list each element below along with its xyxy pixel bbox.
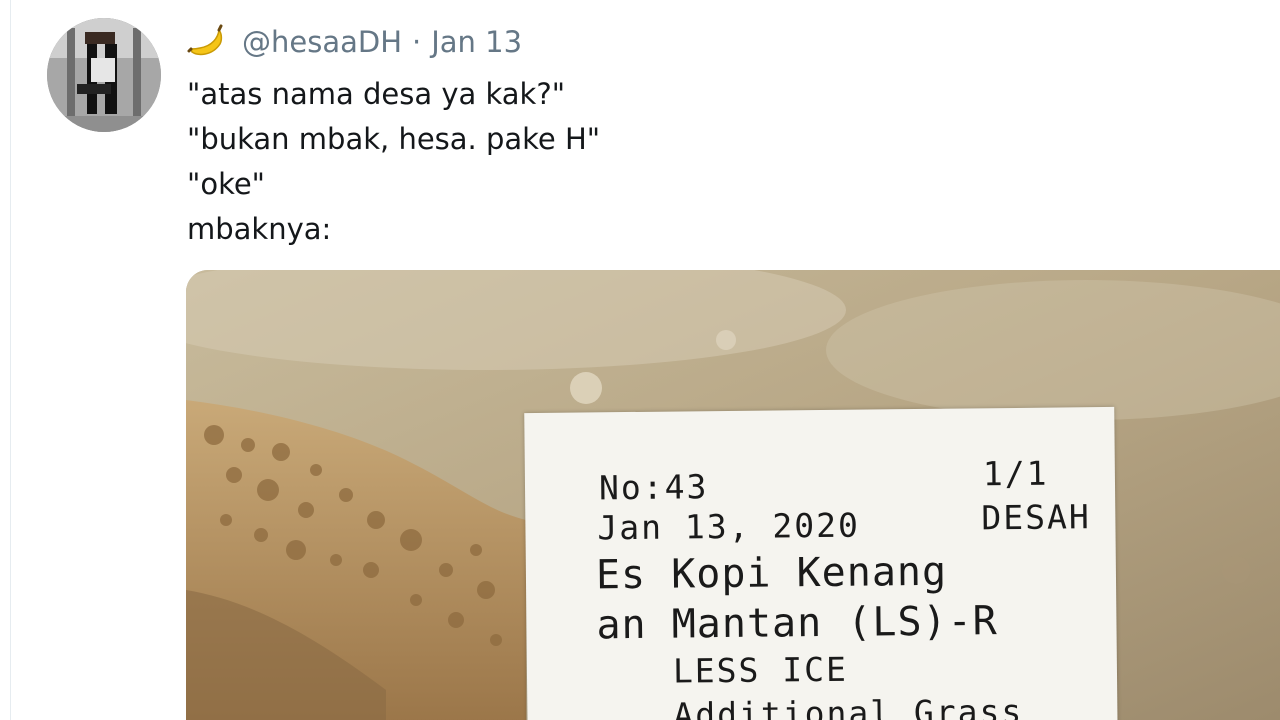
receipt-order-number: No:43 [598,467,709,508]
user-handle[interactable]: @hesaaDH [242,25,402,59]
receipt-label: No:43 1/1 Jan 13, 2020 DESAH Es Kopi Ken… [524,406,1118,720]
tweet-line: "bukan mbak, hesa. pake H" [187,122,601,156]
avatar-image [47,18,161,132]
header-separator: · [412,25,422,59]
tweet-line: "oke" [187,167,266,201]
receipt-item-line2: an Mantan (LS)-R [596,598,998,649]
receipt-page-count: 1/1 [982,453,1049,494]
tweet-line: "atas nama desa ya kak?" [187,77,566,111]
receipt-modifier-ice: LESS ICE [672,649,849,691]
tweet-header: @hesaaDH · Jan 13 [186,20,522,64]
receipt-date: Jan 13, 2020 [597,505,861,548]
receipt-modifier-additional: Additional Grass [673,691,1024,720]
tweet-text: "atas nama desa ya kak?" "bukan mbak, he… [187,72,600,252]
tweet-date[interactable]: Jan 13 [431,25,522,59]
tweet-line: mbaknya: [187,212,332,246]
receipt-customer-name: DESAH [981,497,1091,538]
tweet-photo[interactable]: No:43 1/1 Jan 13, 2020 DESAH Es Kopi Ken… [186,270,1280,720]
banana-icon [186,22,226,62]
avatar[interactable] [47,18,161,132]
tweet-page: @hesaaDH · Jan 13 "atas nama desa ya kak… [0,0,1280,720]
timeline-border [10,0,11,720]
receipt-item-line1: Es Kopi Kenang [595,548,948,599]
